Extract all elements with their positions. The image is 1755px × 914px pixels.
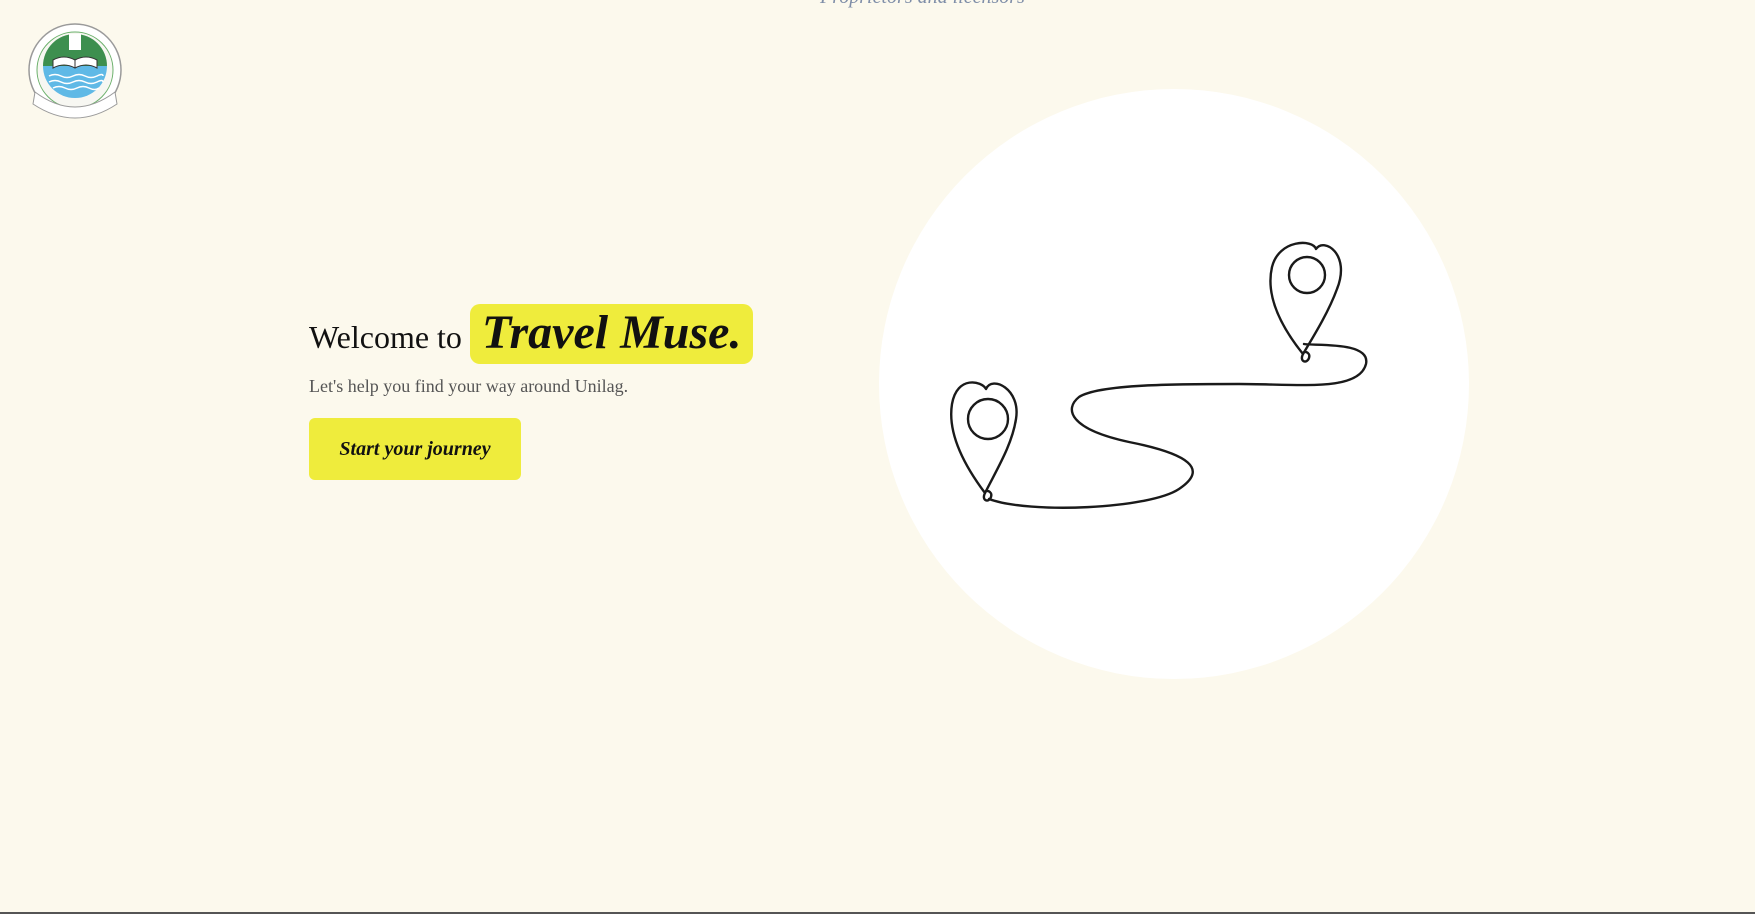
hero-headline: Welcome to Travel Muse.	[309, 304, 754, 364]
welcome-text: Welcome to	[309, 318, 462, 355]
start-journey-button[interactable]: Start your journey	[309, 418, 521, 480]
tagline: Let's help you find your way around Unil…	[309, 376, 629, 396]
brand-name: Travel Muse.	[469, 304, 754, 364]
map-route-pins-icon	[950, 241, 1368, 509]
university-logo-icon[interactable]	[25, 22, 127, 130]
top-caption: Proprietors and licensors	[820, 0, 1025, 9]
hero-section: Welcome to Travel Muse. Let's help you f…	[309, 304, 754, 397]
